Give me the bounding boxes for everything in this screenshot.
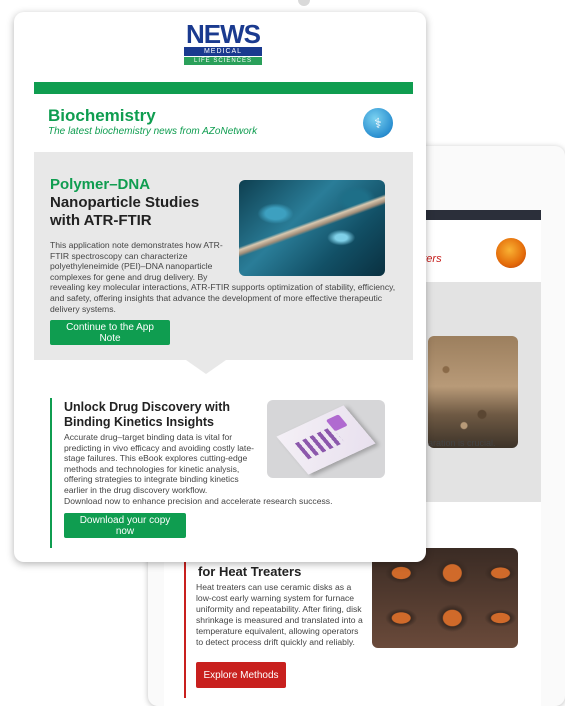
article2-body-part1: Accurate drug–target binding data is vit… xyxy=(64,432,254,495)
back-article-body: Heat treaters can use ceramic disks as a… xyxy=(196,582,363,647)
category-title: Biochemistry xyxy=(48,106,156,125)
article2-title-line1[interactable]: Unlock Drug Discovery with xyxy=(64,400,230,414)
article1-title-line3[interactable]: with ATR-FTIR xyxy=(50,212,152,229)
back-email-text-fragment: aration is crucial. xyxy=(428,438,496,448)
ceramic-sample-image xyxy=(428,336,518,448)
dna-icon: ⚕ xyxy=(363,108,393,138)
article1-title-highlight[interactable]: Polymer–DNA xyxy=(50,176,150,193)
article2-title-line2[interactable]: Binding Kinetics Insights xyxy=(64,415,214,429)
section-pointer-arrow xyxy=(186,360,226,374)
logo-life-sciences-text: LIFE SCIENCES xyxy=(184,57,262,65)
logo-news-text: NEWS xyxy=(186,19,261,49)
ceramic-disks-image xyxy=(372,548,518,648)
back-article-accent-bar xyxy=(184,558,186,698)
article1-body: This application note demonstrates how A… xyxy=(50,240,410,314)
download-copy-button[interactable]: Download your copy now xyxy=(64,513,186,538)
article2-accent-bar xyxy=(50,398,52,548)
furnace-icon xyxy=(496,238,526,268)
news-medical-logo[interactable]: NEWS MEDICAL LIFE SCIENCES xyxy=(184,19,262,65)
article1-body-part2: revealing key molecular interactions, AT… xyxy=(50,282,396,314)
article2-body-part2: Download now to enhance precision and ac… xyxy=(64,495,333,506)
category-subtitle: The latest biochemistry news from AZoNet… xyxy=(48,126,258,137)
continue-to-app-note-button[interactable]: Continue to the App Note xyxy=(50,320,170,345)
front-email-card: NEWS MEDICAL LIFE SCIENCES Biochemistry … xyxy=(14,12,426,562)
explore-methods-button[interactable]: Explore Methods xyxy=(196,662,286,688)
article1-body-part1: This application note demonstrates how A… xyxy=(50,240,223,282)
back-article-title: for Heat Treaters xyxy=(198,564,302,579)
article1-title-line2[interactable]: Nanoparticle Studies xyxy=(50,194,199,211)
category-accent-bar xyxy=(34,82,413,94)
top-dot xyxy=(298,0,310,6)
category-header: Biochemistry The latest biochemistry new… xyxy=(34,94,413,152)
article2-body: Accurate drug–target binding data is vit… xyxy=(64,432,374,506)
